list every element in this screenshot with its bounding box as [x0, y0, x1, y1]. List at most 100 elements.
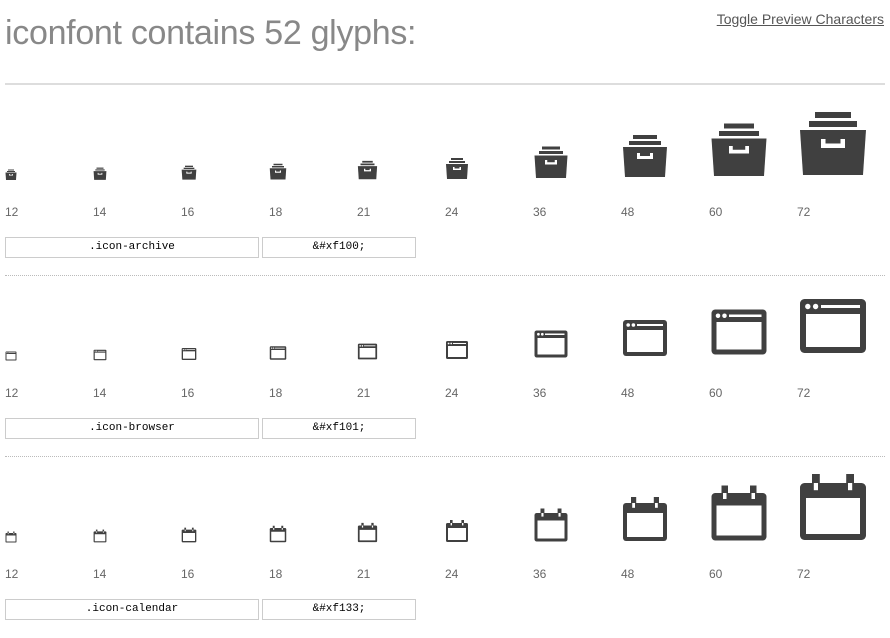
size-preview: 48	[621, 276, 709, 401]
size-preview: 14	[93, 457, 181, 582]
browser-icon	[711, 309, 767, 355]
size-preview: 14	[93, 95, 181, 220]
size-preview: 14	[93, 276, 181, 401]
archive-icon	[711, 123, 767, 176]
entity-code-field[interactable]	[262, 418, 416, 439]
size-label: 16	[181, 567, 195, 581]
size-preview: 48	[621, 95, 709, 220]
size-label: 18	[269, 567, 283, 581]
size-preview: 18	[269, 276, 357, 401]
archive-icon	[5, 169, 17, 180]
size-label: 14	[93, 205, 107, 219]
calendar-icon	[711, 485, 767, 541]
size-preview: 24	[445, 457, 533, 582]
archive-icon	[534, 146, 568, 178]
size-preview: 24	[445, 276, 533, 401]
size-label: 60	[709, 386, 723, 400]
size-label: 12	[5, 386, 19, 400]
size-label: 12	[5, 567, 19, 581]
archive-icon	[93, 167, 107, 180]
size-preview: 60	[709, 457, 797, 582]
size-preview: 36	[533, 95, 621, 220]
size-label: 18	[269, 386, 283, 400]
size-label: 36	[533, 205, 547, 219]
class-name-field[interactable]	[5, 599, 259, 620]
size-preview: 60	[709, 276, 797, 401]
size-preview: 60	[709, 95, 797, 220]
glyph-row: 12 14 16 18 21 24 36 48 60 72	[5, 276, 885, 457]
calendar-icon	[446, 520, 468, 542]
page-title: iconfont contains 52 glyphs:	[5, 14, 417, 52]
size-label: 24	[445, 567, 459, 581]
calendar-icon	[93, 529, 107, 543]
browser-icon	[623, 320, 667, 356]
size-label: 21	[357, 567, 371, 581]
size-label: 14	[93, 386, 107, 400]
calendar-icon	[357, 522, 378, 543]
size-preview: 16	[181, 95, 269, 220]
glyph-row: 12 14 16 18 21 24 36 48 60 72	[5, 457, 885, 638]
size-label: 36	[533, 567, 547, 581]
size-preview: 18	[269, 457, 357, 582]
size-preview: 12	[5, 95, 93, 220]
size-preview: 36	[533, 276, 621, 401]
size-preview: 72	[797, 457, 885, 582]
archive-icon	[357, 160, 378, 180]
entity-code-field[interactable]	[262, 237, 416, 258]
archive-icon	[800, 112, 866, 175]
browser-icon	[357, 343, 378, 360]
size-label: 72	[797, 386, 811, 400]
calendar-icon	[181, 527, 197, 543]
class-name-field[interactable]	[5, 237, 259, 258]
class-name-field[interactable]	[5, 418, 259, 439]
title-divider	[5, 83, 885, 85]
size-preview: 12	[5, 457, 93, 582]
browser-icon	[93, 349, 107, 361]
glyph-row: 12 14 16 18 21 24 36 48 60 72	[5, 95, 885, 276]
toggle-preview-link[interactable]: Toggle Preview Characters	[717, 11, 884, 27]
calendar-icon	[269, 525, 287, 543]
size-label: 24	[445, 386, 459, 400]
size-label: 60	[709, 205, 723, 219]
size-label: 12	[5, 205, 19, 219]
size-preview: 72	[797, 276, 885, 401]
browser-icon	[181, 348, 197, 360]
size-label: 48	[621, 205, 635, 219]
size-previews: 12 14 16 18 21 24 36 48 60 72	[5, 276, 885, 401]
browser-icon	[269, 346, 287, 360]
size-preview: 16	[181, 457, 269, 582]
size-label: 16	[181, 386, 195, 400]
size-preview: 18	[269, 95, 357, 220]
calendar-icon	[534, 508, 568, 542]
size-preview: 24	[445, 95, 533, 220]
size-previews: 12 14 16 18 21 24 36 48 60 72	[5, 95, 885, 220]
size-label: 21	[357, 205, 371, 219]
size-label: 48	[621, 567, 635, 581]
browser-icon	[446, 341, 468, 359]
browser-icon	[5, 351, 17, 361]
size-preview: 16	[181, 276, 269, 401]
size-label: 18	[269, 205, 283, 219]
calendar-icon	[623, 497, 667, 541]
size-label: 14	[93, 567, 107, 581]
size-label: 72	[797, 205, 811, 219]
archive-icon	[623, 135, 667, 177]
archive-icon	[446, 158, 468, 179]
size-label: 24	[445, 205, 459, 219]
browser-icon	[534, 330, 568, 358]
size-preview: 36	[533, 457, 621, 582]
size-preview: 21	[357, 95, 445, 220]
entity-code-field[interactable]	[262, 599, 416, 620]
size-preview: 21	[357, 457, 445, 582]
size-preview: 48	[621, 457, 709, 582]
size-label: 48	[621, 386, 635, 400]
archive-icon	[269, 163, 287, 180]
size-label: 16	[181, 205, 195, 219]
size-preview: 21	[357, 276, 445, 401]
calendar-icon	[5, 531, 17, 543]
size-label: 21	[357, 386, 371, 400]
size-label: 72	[797, 567, 811, 581]
size-preview: 12	[5, 276, 93, 401]
browser-icon	[800, 299, 866, 353]
archive-icon	[181, 165, 197, 180]
